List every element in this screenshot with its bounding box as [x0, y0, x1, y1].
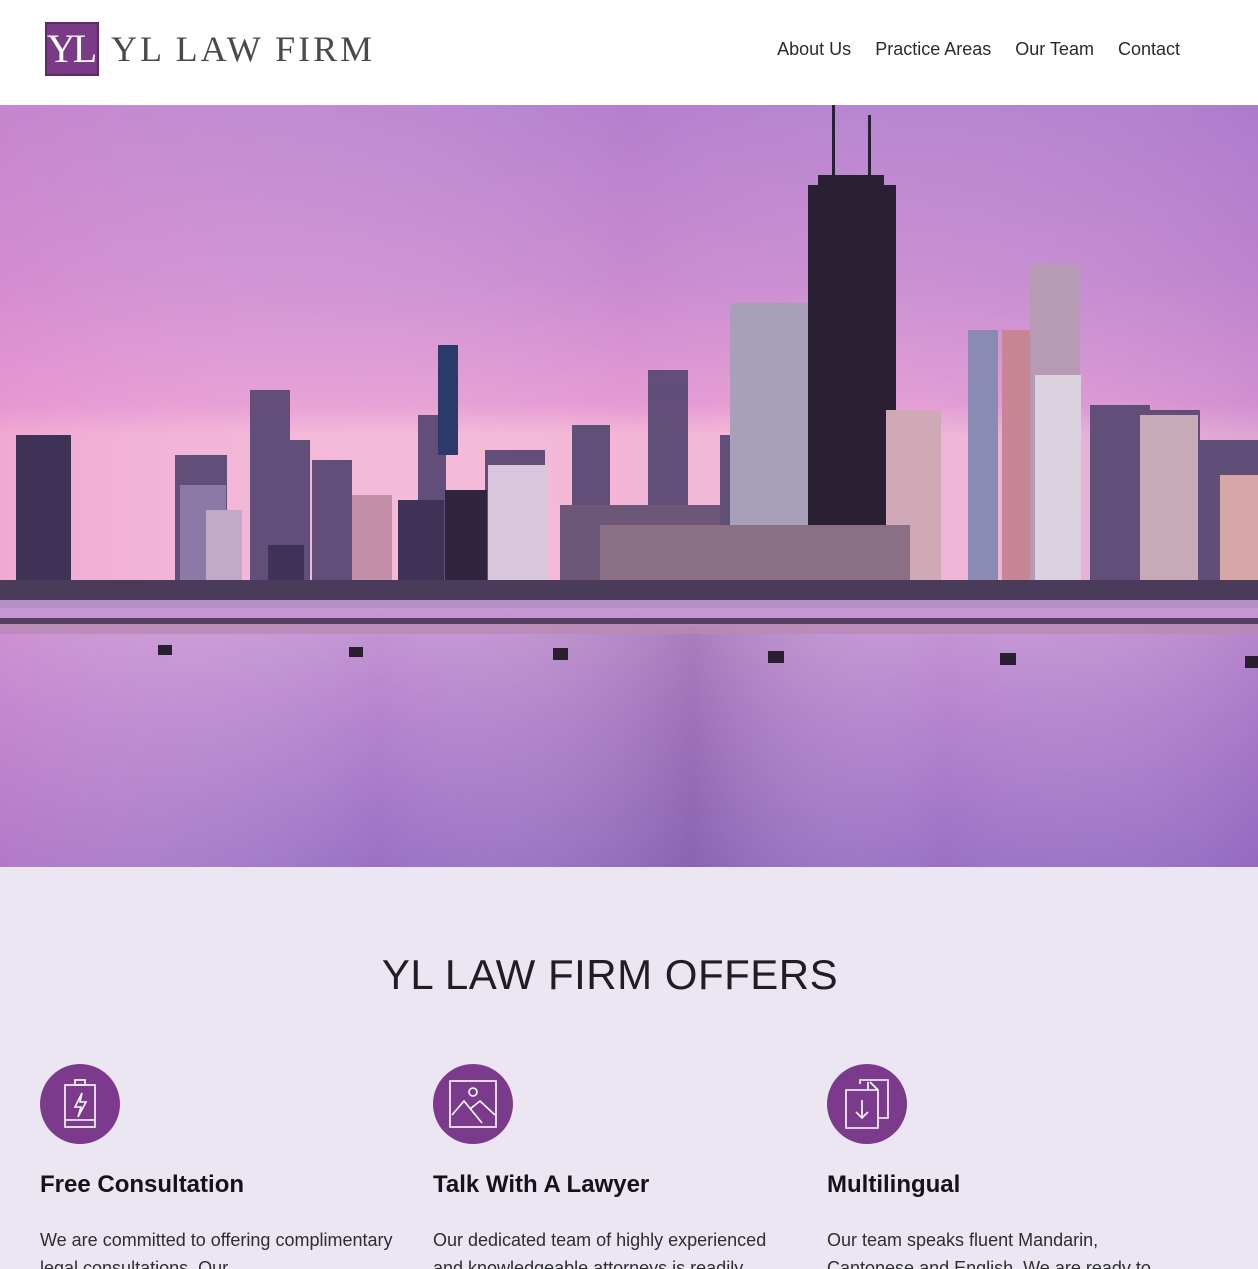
hero-banner — [0, 105, 1258, 867]
logo-name: YL LAW FIRM — [111, 29, 376, 69]
main-nav: About Us Practice Areas Our Team Contact — [777, 37, 1180, 61]
battery-charging-icon — [40, 1064, 120, 1144]
offer-card-multilingual: Multilingual Our team speaks fluent Mand… — [827, 1064, 1187, 1269]
logo[interactable]: YL YL LAW FIRM — [45, 22, 375, 76]
image-icon — [433, 1064, 513, 1144]
city-skyline-image — [0, 105, 1258, 867]
card-title: Talk With A Lawyer — [433, 1171, 650, 1198]
site-header: YL YL LAW FIRM About Us Practice Areas O… — [0, 0, 1258, 105]
document-download-icon — [827, 1064, 907, 1144]
logo-mark-text: YL — [46, 26, 97, 71]
nav-our-team[interactable]: Our Team — [1015, 37, 1094, 61]
card-title: Multilingual — [827, 1171, 961, 1198]
card-text: Our dedicated team of highly experienced… — [433, 1230, 767, 1269]
nav-practice-areas[interactable]: Practice Areas — [875, 37, 991, 61]
offers-section: YL LAW FIRM OFFERS Free Consultation We … — [0, 867, 1258, 1269]
nav-about-us[interactable]: About Us — [777, 37, 851, 61]
card-text: We are committed to offering complimenta… — [40, 1230, 393, 1269]
offer-card-talk-with-lawyer: Talk With A Lawyer Our dedicated team of… — [433, 1064, 793, 1269]
card-text: Our team speaks fluent Mandarin, Cantone… — [827, 1230, 1151, 1269]
nav-contact[interactable]: Contact — [1118, 37, 1180, 61]
card-title: Free Consultation — [40, 1171, 245, 1198]
offer-card-free-consultation: Free Consultation We are committed to of… — [40, 1064, 400, 1269]
logo-mark: YL — [45, 22, 99, 76]
offers-title: YL LAW FIRM OFFERS — [381, 951, 839, 998]
